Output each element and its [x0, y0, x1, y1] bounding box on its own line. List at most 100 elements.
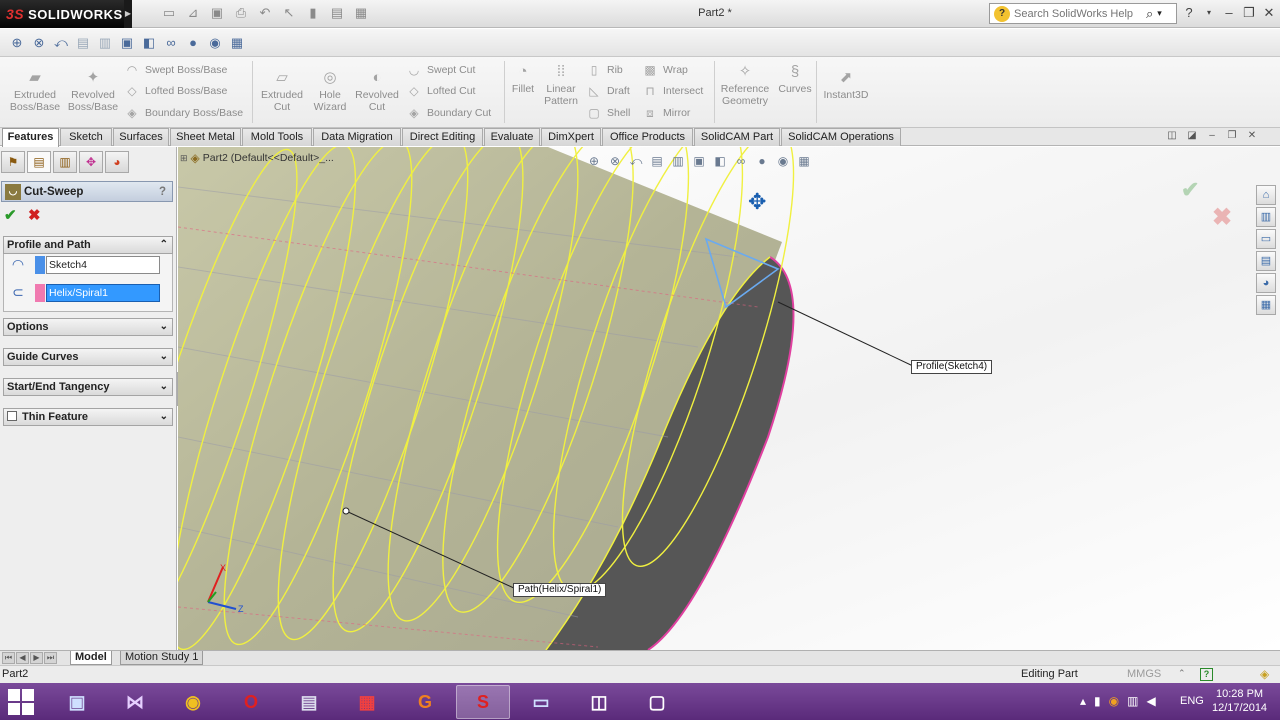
tab-solidcam-part[interactable]: SolidCAM Part [694, 128, 780, 146]
dimxpert-manager-tab-icon[interactable]: ✥ [79, 151, 103, 173]
print-icon[interactable]: ⎙ [232, 5, 250, 21]
expand-icon[interactable]: ⌄ [160, 319, 168, 335]
view-orientation-icon[interactable]: ▣ [691, 153, 707, 169]
options-icon[interactable]: ▦ [352, 5, 370, 21]
lofted-boss-button[interactable]: ◇ Lofted Boss/Base [124, 83, 227, 99]
start-end-tangency-group[interactable]: Start/End Tangency ⌄ [3, 378, 173, 396]
tab-sheet-metal[interactable]: Sheet Metal [170, 128, 241, 146]
network-app-icon[interactable]: ▣ [50, 685, 104, 719]
display-style-icon[interactable]: ◧ [140, 34, 158, 52]
revolved-cut-button[interactable]: ◐ Revolved Cut [354, 69, 400, 113]
expand-icon[interactable]: ⌄ [160, 349, 168, 365]
doc-minimize-icon[interactable]: – [1206, 130, 1218, 142]
apps-grid-icon[interactable]: ▦ [340, 685, 394, 719]
close-icon[interactable]: ✕ [1262, 4, 1276, 22]
search-dropdown-icon[interactable]: ▾ [1157, 8, 1162, 19]
appearance-icon[interactable]: ● [754, 153, 770, 169]
expand-icon[interactable]: ⌄ [160, 379, 168, 395]
confirm-cancel-icon[interactable]: ✖ [1212, 203, 1232, 232]
profile-selection-box[interactable]: Sketch4 [46, 256, 160, 274]
feature-tree-flyout[interactable]: ⊞ ◈ Part2 (Default<<Default>_... [180, 151, 334, 165]
rebuild-icon[interactable]: ▮ [304, 5, 322, 21]
options-group[interactable]: Options ⌄ [3, 318, 173, 336]
next-tab-icon[interactable]: ▶ [30, 652, 43, 664]
chrome-icon[interactable]: ◉ [166, 685, 220, 719]
cancel-x-icon[interactable]: ✖ [28, 206, 41, 224]
hide-show-icon[interactable]: ∞ [733, 153, 749, 169]
confirm-ok-icon[interactable]: ✔ [1181, 177, 1199, 203]
language-indicator[interactable]: ENG [1180, 695, 1204, 707]
property-manager-tab-icon[interactable]: ▤ [27, 151, 51, 173]
lofted-cut-button[interactable]: ◇ Lofted Cut [406, 83, 475, 99]
scene-icon[interactable]: ◉ [206, 34, 224, 52]
view-settings-icon[interactable]: ▦ [228, 34, 246, 52]
tile-icon[interactable]: ◫ [1166, 130, 1178, 142]
previous-view-icon[interactable]: ⤺ [628, 153, 644, 169]
thin-feature-checkbox[interactable] [7, 411, 17, 421]
units-dropdown-icon[interactable]: ⌃ [1178, 668, 1186, 679]
appearance-icon[interactable]: ● [184, 34, 202, 52]
extruded-boss-button[interactable]: ▰ Extruded Boss/Base [8, 69, 62, 113]
volume-icon[interactable]: ◀ [1146, 694, 1155, 708]
guide-curves-group[interactable]: Guide Curves ⌄ [3, 348, 173, 366]
doc-restore-icon[interactable]: ❐ [1226, 130, 1238, 142]
new-icon[interactable]: ▭ [160, 5, 178, 21]
collapse-icon[interactable]: ⌃ [160, 237, 168, 253]
feature-manager-tab-icon[interactable]: ⚑ [1, 151, 25, 173]
dynamic-annotation-icon[interactable]: ▥ [96, 34, 114, 52]
last-tab-icon[interactable]: ⏭ [44, 652, 57, 664]
opera-icon[interactable]: O [224, 685, 278, 719]
display-style-icon[interactable]: ◧ [712, 153, 728, 169]
tab-dimxpert[interactable]: DimXpert [541, 128, 601, 146]
zoom-to-fit-icon[interactable]: ⊕ [586, 153, 602, 169]
rebuild-status-icon[interactable]: ◈ [1260, 667, 1269, 681]
wrap-button[interactable]: ▩ Wrap [642, 62, 688, 78]
zoom-area-icon[interactable]: ⊗ [30, 34, 48, 52]
thin-feature-group[interactable]: Thin Feature ⌄ [3, 408, 173, 426]
restore-icon[interactable]: ❐ [1242, 4, 1256, 22]
system-clock[interactable]: 10:28 PM 12/17/2014 [1212, 687, 1267, 715]
tab-sketch[interactable]: Sketch [60, 128, 112, 146]
camtasia-icon[interactable]: G [398, 685, 452, 719]
search-input[interactable] [1014, 7, 1144, 20]
file-explorer-icon[interactable]: ▭ [1256, 229, 1276, 249]
prev-tab-icon[interactable]: ◀ [16, 652, 29, 664]
image-viewer-icon[interactable]: ▭ [514, 685, 568, 719]
first-tab-icon[interactable]: ⏮ [2, 652, 15, 664]
linear-pattern-button[interactable]: ⁞⁞ Linear Pattern [540, 63, 582, 107]
rotate-view-icon[interactable]: ✥ [748, 189, 766, 215]
magnifier-icon[interactable]: ⌕ [1146, 6, 1153, 22]
solidworks-logo[interactable]: 3S SOLIDWORKS [0, 0, 124, 28]
network-icon[interactable]: ▥ [1127, 694, 1138, 708]
section-view-icon[interactable]: ▤ [649, 153, 665, 169]
view-settings-icon[interactable]: ▦ [796, 153, 812, 169]
display-manager-tab-icon[interactable]: ◕ [105, 151, 129, 173]
scene-icon[interactable]: ◉ [775, 153, 791, 169]
save-icon[interactable]: ▣ [208, 5, 226, 21]
profile-callout[interactable]: Profile(Sketch4) [911, 360, 993, 374]
battery-icon[interactable]: ▮ [1094, 694, 1101, 708]
film-editor-icon[interactable]: ◫ [572, 685, 626, 719]
extruded-cut-button[interactable]: ▱ Extruded Cut [258, 69, 306, 113]
tray-arrow-icon[interactable]: ▴ [1080, 694, 1086, 708]
shell-button[interactable]: ▢ Shell [586, 105, 630, 121]
boundary-cut-button[interactable]: ◈ Boundary Cut [406, 105, 491, 121]
tab-features[interactable]: Features [2, 128, 59, 147]
dynamic-annotation-icon[interactable]: ▥ [670, 153, 686, 169]
expand-icon[interactable]: ⌄ [160, 409, 168, 425]
intersect-button[interactable]: ⊓ Intersect [642, 83, 703, 99]
help-button[interactable]: ? [159, 186, 166, 198]
menu-expand-arrow-icon[interactable]: ▶ [124, 0, 132, 28]
swept-boss-button[interactable]: ◠ Swept Boss/Base [124, 62, 228, 78]
instant3d-button[interactable]: ⬈ Instant3D [820, 69, 872, 101]
ok-checkmark-icon[interactable]: ✔ [4, 206, 17, 224]
tab-office-products[interactable]: Office Products [602, 128, 693, 146]
resources-icon[interactable]: ⌂ [1256, 185, 1276, 205]
visual-studio-icon[interactable]: ⋈ [108, 685, 162, 719]
select-icon[interactable]: ↖ [280, 5, 298, 21]
undo-icon[interactable]: ↶ [256, 5, 274, 21]
cascade-icon[interactable]: ◪ [1186, 130, 1198, 142]
doc-close-icon[interactable]: ✕ [1246, 130, 1258, 142]
graphics-area[interactable]: X Z ⊞ ◈ Part2 (Default<<Default>_... ⊕ ⊗… [178, 147, 1280, 650]
zoom-area-icon[interactable]: ⊗ [607, 153, 623, 169]
